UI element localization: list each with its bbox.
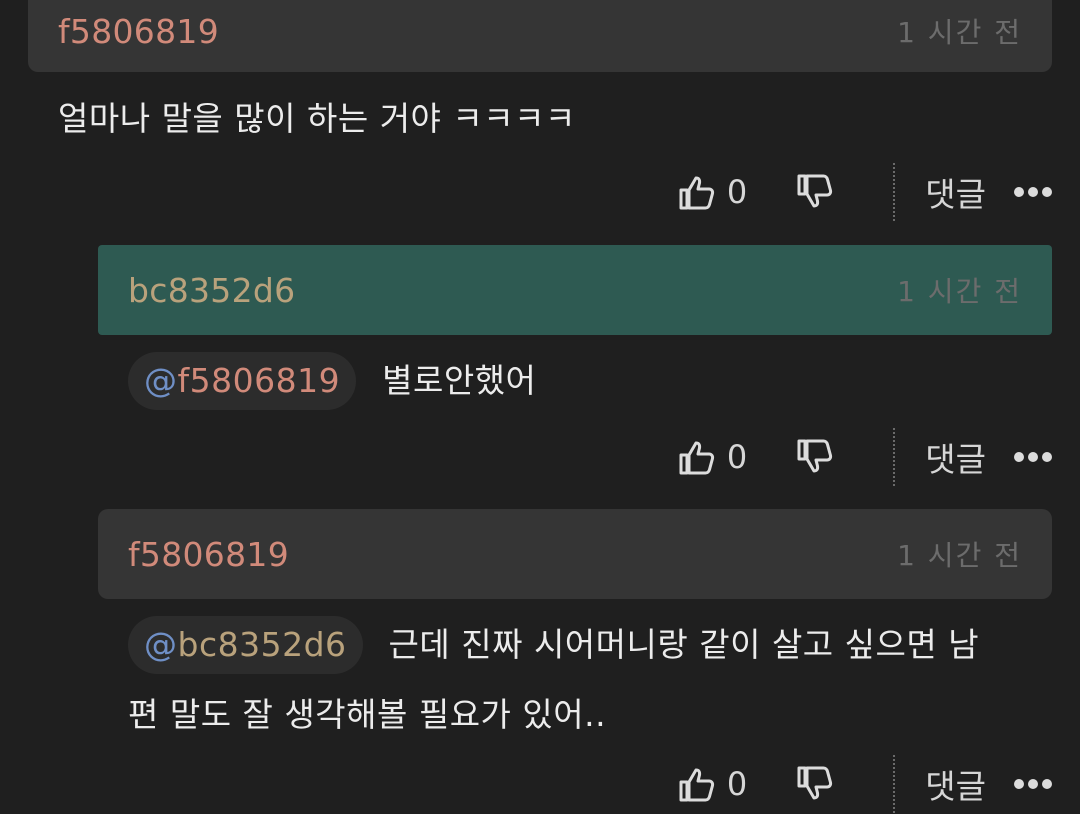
mention-chip[interactable]: @f5806819 bbox=[128, 352, 357, 410]
like-button[interactable]: 0 bbox=[677, 764, 795, 804]
comment-body: @f5806819 별로안했어 bbox=[128, 346, 536, 416]
comment-actions: 0 댓글 bbox=[677, 162, 1052, 222]
reply-button[interactable]: 댓글 bbox=[925, 168, 986, 216]
thumbs-up-icon bbox=[679, 768, 714, 802]
comment-actions: 0 댓글 bbox=[677, 754, 1052, 814]
comment-header: f5806819 1 시간 전 bbox=[28, 0, 1052, 72]
reply-button[interactable]: 댓글 bbox=[925, 433, 986, 481]
like-count: 0 bbox=[726, 173, 748, 211]
mention-at: @ bbox=[144, 625, 178, 664]
dislike-button[interactable] bbox=[795, 437, 835, 477]
mention-user: f5806819 bbox=[177, 361, 341, 400]
divider bbox=[893, 755, 896, 813]
thumbs-down-icon bbox=[797, 174, 833, 208]
comment-time: 1 시간 전 bbox=[897, 275, 1022, 308]
comment-author[interactable]: f5806819 bbox=[128, 535, 289, 574]
divider bbox=[893, 163, 896, 221]
comment-author[interactable]: bc8352d6 bbox=[128, 271, 295, 310]
more-dots-icon[interactable] bbox=[1014, 187, 1052, 197]
mention-chip[interactable]: @bc8352d6 bbox=[128, 616, 363, 674]
comment-line: @bc8352d6 근데 진짜 시어머니랑 같이 살고 싶으면 남 bbox=[128, 610, 1038, 680]
like-count: 0 bbox=[726, 765, 748, 803]
mention-user: bc8352d6 bbox=[177, 625, 347, 664]
more-dots-icon[interactable] bbox=[1014, 452, 1052, 462]
comment-header: f5806819 1 시간 전 bbox=[98, 509, 1052, 599]
reply-button[interactable]: 댓글 bbox=[925, 760, 986, 808]
comment-author[interactable]: f5806819 bbox=[58, 12, 219, 51]
thumbs-down-icon bbox=[797, 439, 833, 473]
comment-actions: 0 댓글 bbox=[677, 427, 1052, 487]
thumbs-up-icon bbox=[679, 176, 714, 210]
like-count: 0 bbox=[726, 438, 748, 476]
dislike-button[interactable] bbox=[795, 172, 835, 212]
thumbs-up-icon bbox=[679, 441, 714, 475]
comment-body: @bc8352d6 근데 진짜 시어머니랑 같이 살고 싶으면 남 편 말도 잘 … bbox=[128, 610, 1038, 750]
dislike-button[interactable] bbox=[795, 764, 835, 804]
like-button[interactable]: 0 bbox=[677, 172, 795, 212]
comment-text: 얼마나 말을 많이 하는 거야 ㅋㅋㅋㅋ bbox=[58, 99, 576, 138]
comment-text: 별로안했어 bbox=[382, 361, 537, 400]
comment-time: 1 시간 전 bbox=[897, 539, 1022, 572]
thumbs-down-icon bbox=[797, 766, 833, 800]
comment-text-line1: 근데 진짜 시어머니랑 같이 살고 싶으면 남 bbox=[388, 625, 980, 664]
comment-time: 1 시간 전 bbox=[897, 16, 1022, 49]
mention-at: @ bbox=[144, 361, 178, 400]
comment-text-line2: 편 말도 잘 생각해볼 필요가 있어.. bbox=[128, 695, 607, 734]
divider bbox=[893, 428, 896, 486]
comment-header: bc8352d6 1 시간 전 bbox=[98, 245, 1052, 335]
like-button[interactable]: 0 bbox=[677, 437, 795, 477]
